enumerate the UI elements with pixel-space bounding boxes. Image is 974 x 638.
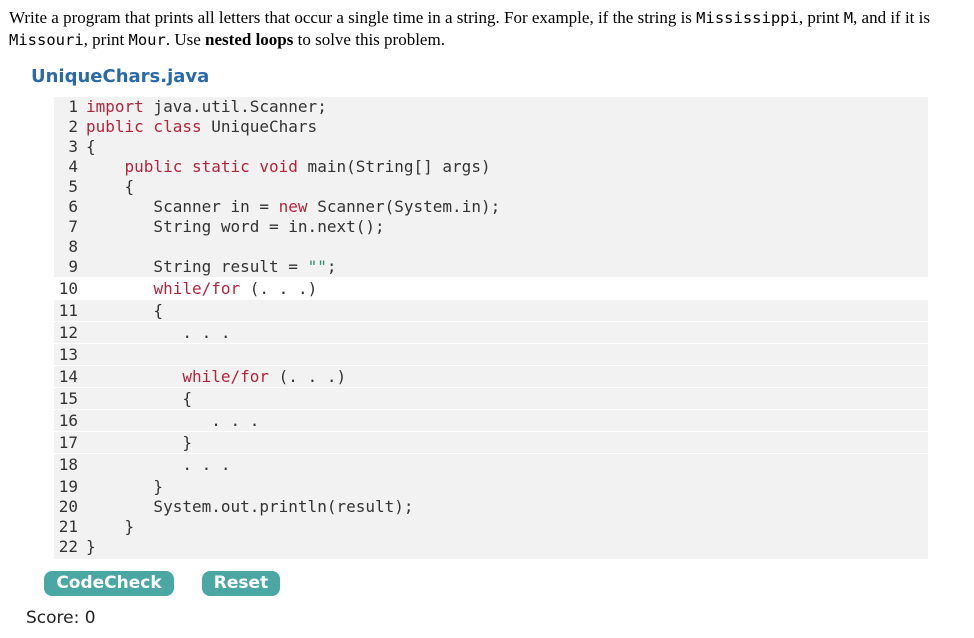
line-number: 17 — [58, 433, 78, 452]
code-text: } — [86, 537, 96, 556]
codecheck-button[interactable]: CodeCheck — [44, 571, 174, 596]
code-keyword: while/for — [153, 279, 241, 298]
code-line: 20 System.out.println(result); — [54, 497, 928, 517]
code-text: } — [86, 517, 135, 536]
code-text: Scanner in = — [86, 197, 279, 216]
code-keyword: public class — [86, 117, 202, 136]
code-line: 2 public class UniqueChars — [54, 117, 928, 137]
code-line: 19 } — [54, 477, 928, 497]
line-number: 19 — [58, 477, 78, 496]
prompt-text: . Use — [165, 30, 206, 49]
prompt-text: , print — [83, 30, 129, 49]
code-keyword: public static void — [124, 157, 298, 176]
code-text: String word = in.next(); — [86, 217, 385, 236]
editable-code-line[interactable]: 15 { — [54, 387, 928, 409]
line-number: 15 — [58, 389, 78, 408]
prompt-text: , and if it is — [853, 8, 930, 27]
line-number: 13 — [58, 345, 78, 364]
line-number: 8 — [68, 237, 78, 256]
line-number: 1 — [68, 97, 78, 116]
code-text: { — [86, 301, 164, 320]
code-line: 4 public static void main(String[] args) — [54, 157, 928, 177]
line-number: 22 — [58, 537, 78, 556]
editable-code-line[interactable]: 16 . . . — [54, 409, 928, 431]
editable-code-line[interactable]: 14 while/for (. . .) — [54, 365, 928, 387]
code-keyword: while/for — [182, 367, 270, 386]
line-number: 10 — [58, 279, 78, 298]
code-text: { — [86, 177, 135, 196]
prompt-text: , print — [798, 8, 844, 27]
line-number: 14 — [58, 367, 78, 386]
code-text: (. . .) — [269, 367, 347, 386]
code-text: System.out.println(result); — [86, 497, 414, 516]
line-number: 9 — [68, 257, 78, 276]
code-line: 6 Scanner in = new Scanner(System.in); — [54, 197, 928, 217]
code-text: . . . — [86, 323, 231, 342]
line-number: 4 — [68, 157, 78, 176]
code-line: 5 { — [54, 177, 928, 197]
code-text: String result = — [86, 257, 308, 276]
line-number: 7 — [68, 217, 78, 236]
reset-button[interactable]: Reset — [202, 571, 280, 596]
line-number: 18 — [58, 455, 78, 474]
nested-loops-emphasis: nested loops — [205, 30, 294, 49]
code-text: java.util.Scanner; — [143, 97, 327, 116]
code-text: ; — [326, 257, 337, 276]
code-editor[interactable]: 1 import java.util.Scanner; 2 public class… — [54, 97, 928, 559]
code-text: . . . — [86, 411, 260, 430]
code-text: . . . — [86, 455, 231, 474]
editable-code-line[interactable]: 10 while/for (. . .) — [54, 277, 928, 299]
editable-code-line[interactable]: 13 — [54, 343, 928, 365]
editable-code-line[interactable]: 18 . . . — [54, 453, 928, 475]
code-text: } — [86, 433, 192, 452]
code-text: (. . .) — [240, 279, 318, 298]
code-string: "" — [307, 257, 327, 276]
code-text: { — [86, 389, 192, 408]
line-number: 3 — [68, 137, 78, 156]
line-number: 6 — [68, 197, 78, 216]
example-missouri: Missouri — [9, 31, 84, 49]
example-answer-m: M — [843, 9, 854, 27]
code-line: 7 String word = in.next(); — [54, 217, 928, 237]
line-number: 21 — [58, 517, 78, 536]
code-text: } — [86, 477, 164, 496]
code-line: 9 String result = ""; — [54, 257, 928, 277]
code-line: 1 import java.util.Scanner; — [54, 97, 928, 117]
code-text: main(String[] args) — [297, 157, 491, 176]
code-text: UniqueChars — [201, 117, 318, 136]
example-mississippi: Mississippi — [696, 9, 799, 27]
score-label: Score: 0 — [26, 608, 96, 628]
prompt-text: Write a program that prints all letters … — [9, 8, 697, 27]
line-number: 20 — [58, 497, 78, 516]
code-line: 22} — [54, 537, 928, 557]
code-line: 3{ — [54, 137, 928, 157]
example-answer-mour: Mour — [128, 31, 166, 49]
prompt-text: to solve this problem. — [293, 30, 445, 49]
line-number: 16 — [58, 411, 78, 430]
code-keyword: new — [278, 197, 308, 216]
code-text: { — [86, 137, 96, 156]
code-keyword: import — [86, 97, 144, 116]
line-number: 2 — [68, 117, 78, 136]
code-text: Scanner(System.in); — [307, 197, 501, 216]
editable-code-line[interactable]: 12 . . . — [54, 321, 928, 343]
line-number: 5 — [68, 177, 78, 196]
code-line: 8 — [54, 237, 928, 257]
editable-code-line[interactable]: 17 } — [54, 431, 928, 453]
editable-code-line[interactable]: 11 { — [54, 299, 928, 321]
line-number: 12 — [58, 323, 78, 342]
problem-statement: Write a program that prints all letters … — [9, 7, 959, 51]
line-number: 11 — [58, 301, 78, 320]
file-name: UniqueChars.java — [31, 66, 210, 87]
code-line: 21 } — [54, 517, 928, 537]
